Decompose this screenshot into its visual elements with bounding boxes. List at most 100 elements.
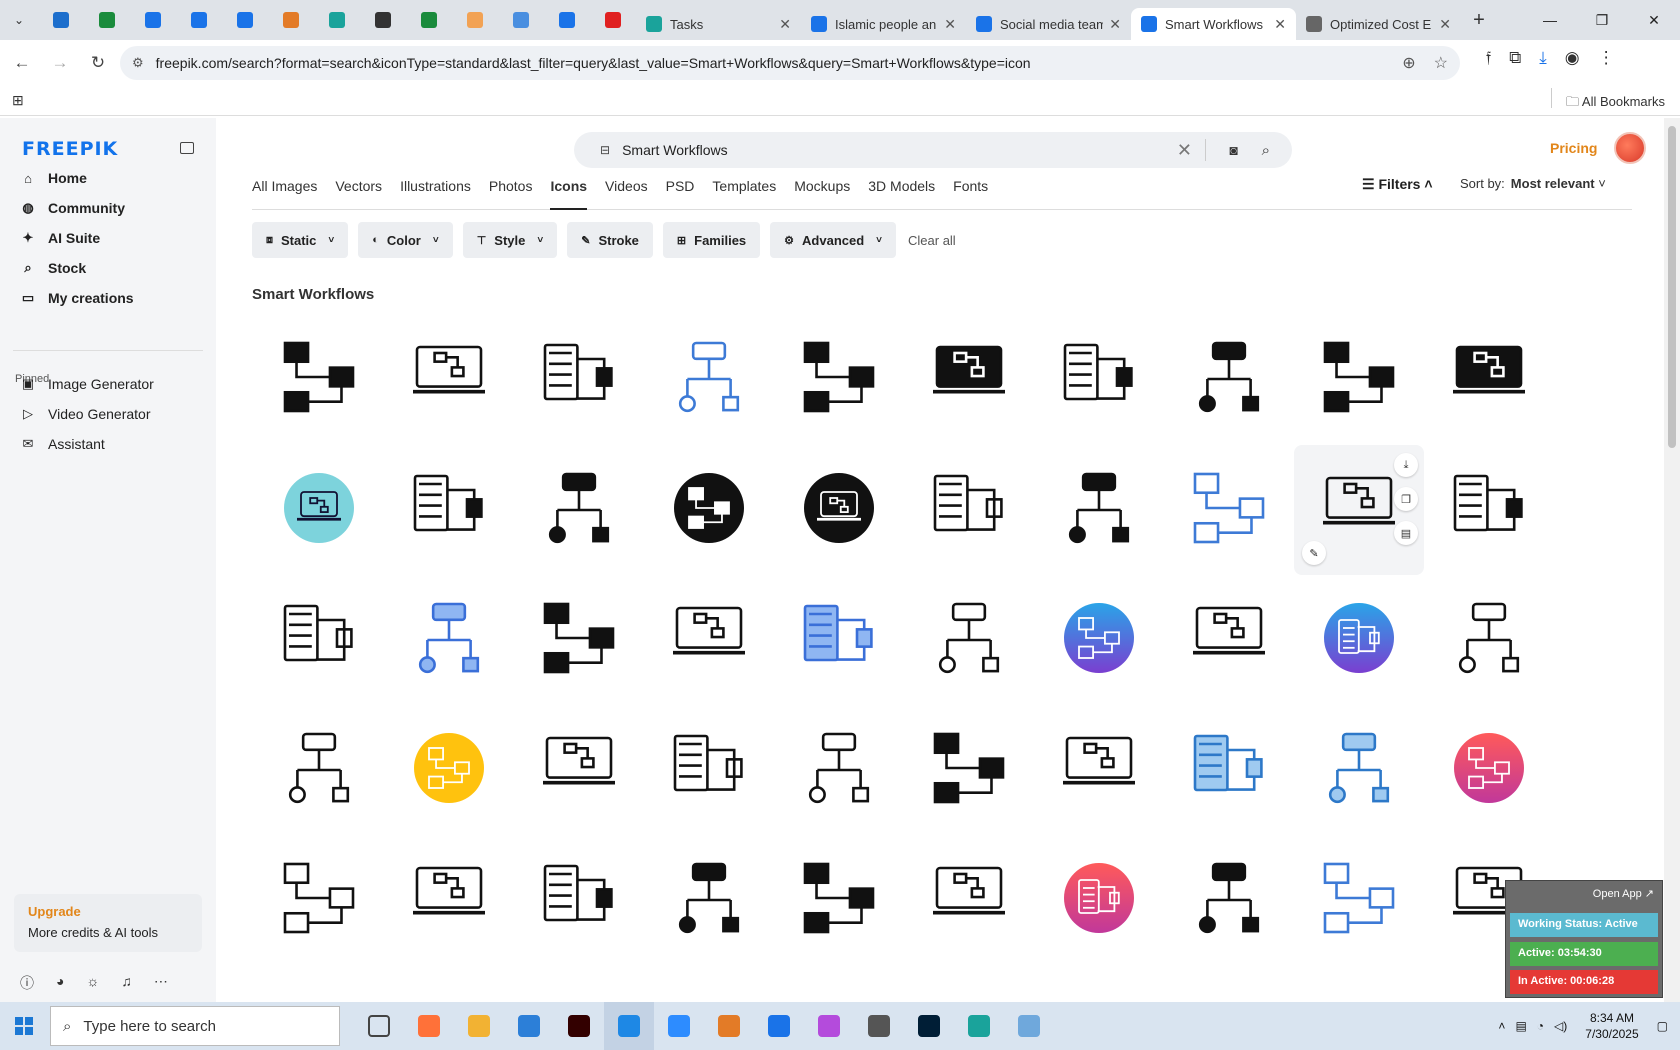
pinned-tab[interactable]	[452, 0, 498, 40]
icon-result-card[interactable]	[384, 705, 514, 835]
pinned-tab[interactable]	[268, 0, 314, 40]
icon-result-card[interactable]	[774, 835, 904, 965]
pinned-tab[interactable]	[38, 0, 84, 40]
tray-chevron-icon[interactable]: ˄	[1498, 1019, 1505, 1033]
taskbar-app-icon[interactable]	[604, 1002, 654, 1050]
menu-kebab-icon[interactable]: ⋮	[1598, 48, 1615, 68]
more-options-icon[interactable]: ⋯	[154, 973, 168, 993]
fontanello-extension-icon[interactable]: 𝔣	[1486, 48, 1491, 68]
wifi-icon[interactable]: ◔	[1537, 1019, 1544, 1033]
page-scrollbar[interactable]	[1664, 118, 1680, 1002]
tab-vectors[interactable]: Vectors	[335, 174, 382, 210]
taskbar-app-icon[interactable]	[504, 1002, 554, 1050]
browser-tab[interactable]: Tasks ✕	[636, 8, 801, 40]
extensions-puzzle-icon[interactable]: ⧉	[1509, 48, 1521, 68]
sidebar-pinned-video-generator[interactable]: ▷ Video Generator	[20, 406, 150, 422]
camera-search-icon[interactable]: ◙	[1230, 142, 1238, 158]
icon-result-card[interactable]	[1424, 314, 1554, 444]
icon-result-card[interactable]	[774, 705, 904, 835]
browser-tab[interactable]: Smart Workflows ✕	[1131, 8, 1296, 40]
download-icon[interactable]: ⤓	[1394, 453, 1418, 477]
maximize-button[interactable]: ❐	[1576, 0, 1628, 40]
icon-result-card[interactable]	[254, 575, 384, 705]
icon-result-card[interactable]	[904, 575, 1034, 705]
icon-result-card[interactable]	[1424, 705, 1554, 835]
icon-result-card[interactable]	[1294, 705, 1424, 835]
taskbar-app-icon[interactable]	[454, 1002, 504, 1050]
notifications-bell-icon[interactable]: ♫	[121, 973, 132, 993]
icon-result-card[interactable]	[514, 314, 644, 444]
tab-photos[interactable]: Photos	[489, 174, 533, 210]
icon-result-card[interactable]	[514, 705, 644, 835]
pinned-tab[interactable]	[406, 0, 452, 40]
taskbar-app-icon[interactable]	[654, 1002, 704, 1050]
save-to-folder-icon[interactable]: ▤	[1394, 521, 1418, 545]
icon-result-card[interactable]: ⤓ ❐ ▤ ✎	[1294, 445, 1424, 575]
pricing-link[interactable]: Pricing	[1550, 140, 1597, 156]
pinned-tab[interactable]	[360, 0, 406, 40]
icon-result-card[interactable]	[1164, 835, 1294, 965]
discord-icon[interactable]: ◕	[56, 973, 64, 993]
clear-search-icon[interactable]: ✕	[1177, 140, 1192, 161]
pinned-tab[interactable]	[498, 0, 544, 40]
tab-videos[interactable]: Videos	[605, 174, 648, 210]
icon-result-card[interactable]	[644, 445, 774, 575]
taskbar-clock[interactable]: 8:34 AM 7/30/2025	[1585, 1010, 1638, 1042]
back-button[interactable]: ←	[6, 47, 38, 79]
copy-icon[interactable]: ❐	[1394, 487, 1418, 511]
icon-result-card[interactable]	[904, 445, 1034, 575]
icon-result-card[interactable]	[1034, 705, 1164, 835]
pinned-tab[interactable]	[176, 0, 222, 40]
tab-search-button[interactable]: ⌄	[0, 0, 38, 40]
search-type-icon[interactable]: ⊟	[600, 143, 610, 157]
icon-result-card[interactable]	[774, 445, 904, 575]
icon-result-card[interactable]	[1424, 575, 1554, 705]
taskbar-app-icon[interactable]	[354, 1002, 404, 1050]
notification-center-icon[interactable]: ▢	[1657, 1019, 1668, 1033]
icon-result-card[interactable]	[1034, 314, 1164, 444]
icon-result-card[interactable]	[904, 835, 1034, 965]
tab-close-icon[interactable]: ✕	[1439, 16, 1451, 33]
pinned-tab[interactable]	[590, 0, 636, 40]
sidebar-item-home[interactable]: ⌂ Home	[20, 170, 87, 186]
icon-result-card[interactable]	[644, 835, 774, 965]
filter-chip-static[interactable]: ⧈ Static ˅	[252, 222, 349, 258]
icon-result-card[interactable]	[254, 445, 384, 575]
taskbar-app-icon[interactable]	[754, 1002, 804, 1050]
filter-chip-color[interactable]: ◐ Color ˅	[358, 222, 453, 258]
icon-result-card[interactable]	[774, 575, 904, 705]
sidebar-item-my-creations[interactable]: ▭ My creations	[20, 290, 134, 306]
icon-result-card[interactable]	[644, 575, 774, 705]
url-field[interactable]: ⚙ freepik.com/search?format=search&iconT…	[120, 46, 1460, 80]
profile-avatar[interactable]: ◉	[1565, 48, 1580, 68]
tab-icons[interactable]: Icons	[550, 174, 588, 210]
freepik-logo[interactable]: FREEPIK	[22, 138, 118, 160]
open-app-link[interactable]: Open App ↗	[1593, 887, 1654, 900]
icon-result-card[interactable]	[1164, 705, 1294, 835]
pinned-tab[interactable]	[84, 0, 130, 40]
scrollbar-thumb[interactable]	[1668, 126, 1676, 448]
icon-result-card[interactable]	[254, 705, 384, 835]
download-icon[interactable]: ⤓	[1539, 48, 1547, 68]
icon-result-card[interactable]	[514, 575, 644, 705]
tab-illustrations[interactable]: Illustrations	[400, 174, 471, 210]
filter-chip-style[interactable]: ⊤ Style ˅	[462, 222, 558, 258]
new-tab-button[interactable]: +	[1461, 9, 1497, 32]
forward-button[interactable]: →	[44, 47, 76, 79]
upgrade-card[interactable]: Upgrade More credits & AI tools	[14, 894, 202, 952]
clear-all-link[interactable]: Clear all	[908, 222, 956, 258]
icon-result-card[interactable]	[384, 575, 514, 705]
tab-close-icon[interactable]: ✕	[1274, 16, 1286, 33]
icon-result-card[interactable]	[644, 705, 774, 835]
taskbar-app-icon[interactable]	[404, 1002, 454, 1050]
icon-result-card[interactable]	[254, 314, 384, 444]
sort-dropdown[interactable]: Sort by: Most relevant ˅	[1460, 176, 1606, 191]
filter-chip-stroke[interactable]: ✎ Stroke	[567, 222, 653, 258]
taskbar-app-icon[interactable]	[704, 1002, 754, 1050]
search-input[interactable]: Smart Workflows	[622, 142, 728, 158]
icon-result-card[interactable]	[1034, 575, 1164, 705]
sidebar-toggle-icon[interactable]	[180, 142, 194, 154]
icon-result-card[interactable]	[1424, 445, 1554, 575]
close-window-button[interactable]: ✕	[1628, 0, 1680, 40]
icon-result-card[interactable]	[1164, 314, 1294, 444]
